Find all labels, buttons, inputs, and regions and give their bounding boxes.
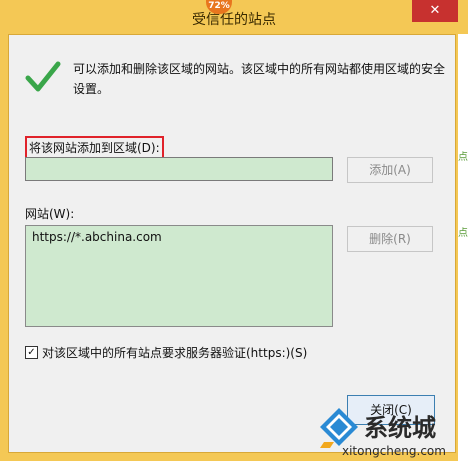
background-text-2: 点 — [458, 228, 468, 239]
dialog-title: 受信任的站点 — [192, 12, 276, 28]
watermark-url: xitongcheng.com — [342, 444, 446, 458]
add-button[interactable]: 添加(A) — [347, 157, 433, 183]
sites-list[interactable]: https://*.abchina.com — [25, 225, 333, 327]
background-text-1: 点 — [458, 152, 468, 163]
https-checkbox-row[interactable]: ✓ 对该区域中的所有站点要求服务器验证(https:)(S) — [25, 344, 307, 361]
dialog-title-bar[interactable]: 受信任的站点 ✕ — [0, 0, 468, 34]
background-page-strip — [458, 34, 468, 461]
sites-label: 网站(W): — [25, 207, 75, 221]
https-checkbox[interactable]: ✓ — [25, 346, 38, 359]
add-site-label: 将该网站添加到区域(D): — [25, 136, 164, 159]
add-site-input[interactable] — [25, 157, 333, 181]
intro-text: 可以添加和删除该区域的网站。该区域中的所有网站都使用区域的安全设置。 — [73, 62, 446, 96]
dialog-body: 可以添加和删除该区域的网站。该区域中的所有网站都使用区域的安全设置。 将该网站添… — [8, 34, 456, 453]
site-logo-icon — [320, 408, 358, 448]
watermark-text: 系统城 — [364, 414, 436, 442]
watermark: 系统城 xitongcheng.com — [318, 406, 468, 461]
close-window-button[interactable]: ✕ — [412, 0, 458, 22]
https-checkbox-label: 对该区域中的所有站点要求服务器验证(https:)(S) — [42, 346, 308, 360]
list-item[interactable]: https://*.abchina.com — [32, 230, 326, 244]
remove-button[interactable]: 删除(R) — [347, 226, 433, 252]
checkmark-icon — [25, 61, 61, 92]
